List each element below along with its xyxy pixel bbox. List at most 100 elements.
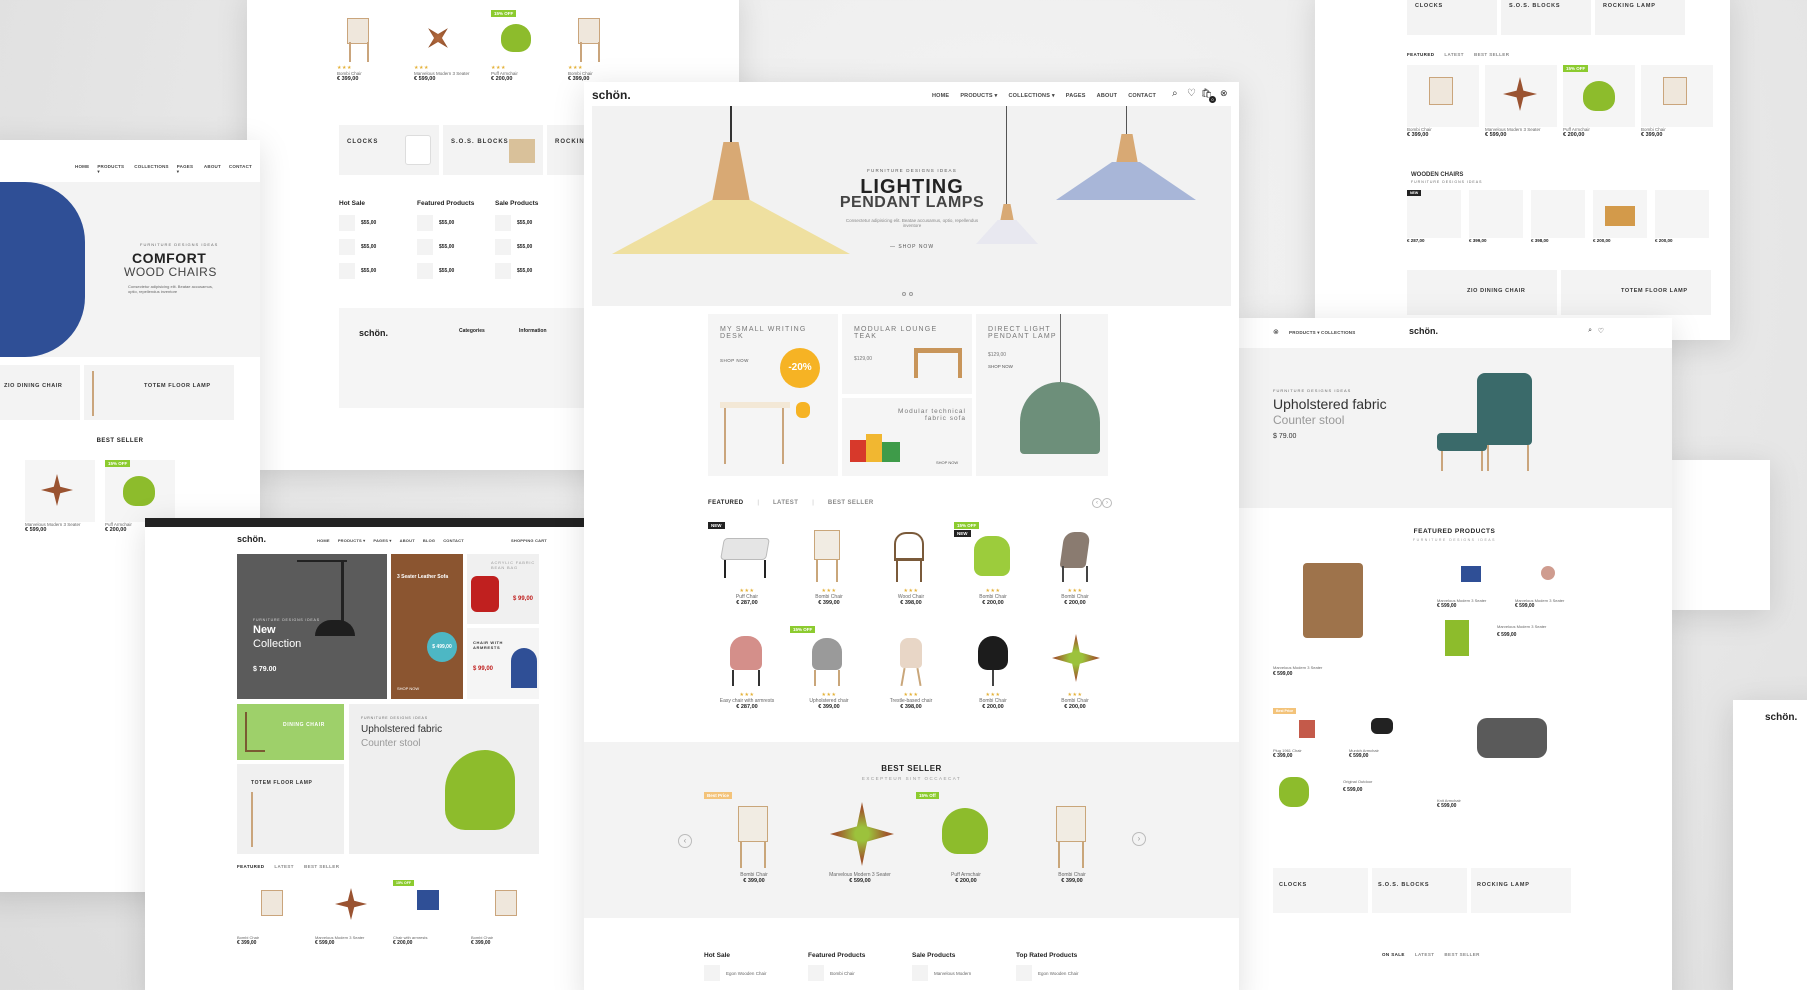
prev-arrow-icon[interactable]: ‹ [1092,498,1102,508]
tab-bestseller[interactable]: BEST SELLER [1474,52,1509,57]
product-card[interactable]: NEW ★★★ Puff Chair € 287,00 [708,522,786,606]
blocks-tile[interactable]: S.O.S. BLOCKS [1501,0,1591,35]
rocking-tile[interactable]: ROCKING LAMP [1595,0,1685,35]
product-card[interactable]: Bombi Chair € 399,00 [1407,65,1479,138]
list-item[interactable]: $55,00 [495,263,538,279]
tile-cta[interactable]: SHOP NOW [988,364,1013,369]
list-item[interactable]: $55,00 [339,263,376,279]
product-card[interactable]: Marvelous Modern 3 Seater € 599,00 [1485,65,1557,138]
product-card[interactable]: Marvelous Modern 3 Seater € 599,00 [1437,558,1507,609]
search-icon[interactable]: ⌕ [1172,88,1178,99]
blocks-tile[interactable]: S.O.S. BLOCKS [443,125,543,175]
tab-latest[interactable]: LATEST [274,864,294,869]
nav-link[interactable]: HOME [317,538,330,543]
nav-link[interactable]: PRODUCTS ▾ [97,164,126,175]
promo-armchair[interactable]: CHAIR WITH ARMRESTS $ 99,00 [467,628,539,699]
tab-featured[interactable]: FEATURED [237,864,264,869]
next-arrow-icon[interactable]: › [1132,832,1146,846]
nav-link[interactable]: COLLECTIONS [1321,330,1355,335]
logo[interactable]: schön. [237,534,266,544]
product-card[interactable]: Bombi Chair € 399,00 [237,880,312,946]
hero-cta[interactable]: — SHOP NOW [864,244,960,250]
tab-onsale[interactable]: ON SALE [1382,952,1405,957]
promo-totem[interactable]: TOTEM FLOOR LAMP [237,764,344,854]
nav-link[interactable]: ABOUT [204,164,221,175]
product-card[interactable]: Bombi Chair € 399,00 [1641,65,1713,138]
tab-latest[interactable]: LATEST [1415,952,1435,957]
product-card[interactable]: € 398,00 [1531,190,1585,243]
product-card[interactable]: Original Outdoor € 599,00 [1273,773,1423,813]
nav-link[interactable]: CONTACT [443,538,464,543]
nav-home[interactable]: HOME [932,93,949,99]
list-item[interactable]: $55,00 [495,215,538,231]
product-card[interactable]: ★★★ Bombi Chair € 200,00 [1036,522,1114,606]
list-item[interactable]: $55,00 [417,263,474,279]
promo-sofa[interactable]: 3 Seater Leather Sofa $ 499,00 SHOP NOW [391,554,463,699]
promo-beanbag[interactable]: ACRYLIC FABRIC BEAN BAG $ 99,00 [467,554,539,624]
slider-dot[interactable] [909,292,913,296]
list-item[interactable]: Marvelous Modern [912,965,971,981]
promo-dining[interactable]: DINING CHAIR [237,704,344,760]
product-card[interactable]: € 399,00 [1469,190,1523,243]
clocks-tile[interactable]: CLOCKS [1273,868,1368,913]
nav-pages[interactable]: PAGES [1066,93,1086,99]
product-card[interactable]: € 200,00 [1593,190,1647,243]
tab-best-seller[interactable]: BEST SELLER [828,500,874,506]
writing-desk-tile[interactable]: MY SMALL WRITING DESK SHOP NOW -20% [708,314,838,476]
tile-cta[interactable]: SHOP NOW [720,358,749,363]
nav-link[interactable]: PRODUCTS ▾ [1289,330,1320,336]
cart-link[interactable]: SHOPPING CART [511,538,547,543]
nav-link[interactable]: BLOG [423,538,435,543]
product-card[interactable]: 15% OFF Chair with armrests € 200,00 [393,880,468,946]
list-item[interactable]: $55,00 [339,239,376,255]
product-card[interactable]: Bombi Chair € 399,00 [1022,792,1122,884]
list-item[interactable]: Bombi Chair [808,965,865,981]
featured-big-card[interactable]: Marvelous Modern 3 Seater € 599,00 [1273,553,1403,688]
logo[interactable]: schön. [592,88,631,102]
product-card[interactable]: Marvelous Modern 3 Seater € 599,00 [810,792,910,884]
product-card[interactable]: Bombi Chair € 399,00 [471,880,546,946]
tile-cta[interactable]: SHOP NOW [936,460,958,465]
tab-featured[interactable]: FEATURED [1407,52,1434,57]
slider-dot[interactable] [902,292,906,296]
promo-upholstered[interactable]: FURNITURE DESIGNS IDEAS Upholstered fabr… [349,704,539,854]
list-item[interactable]: $55,00 [417,239,474,255]
nav-link[interactable]: PAGES ▾ [373,538,391,543]
clocks-tile[interactable]: CLOCKS [339,125,439,175]
totem-tile[interactable]: TOTEM FLOOR LAMP [84,365,234,420]
product-card[interactable]: ★★★ Bombi Chair € 399,00 [790,522,868,606]
product-card[interactable]: ★★★ Bombi Chair € 399,00 [568,10,648,82]
product-card[interactable]: 15% Off Puff Armchair € 200,00 [916,792,1016,884]
heart-icon[interactable]: ♡ [1598,327,1604,335]
nav-link[interactable]: PAGES ▾ [177,164,196,175]
totem-tile[interactable]: TOTEM FLOOR LAMP [1561,270,1711,315]
nav-collections[interactable]: COLLECTIONS ▾ [1008,93,1054,99]
product-card[interactable]: Marvelous Modern 3 Seater € 599,00 [315,880,390,946]
promo-new-collection[interactable]: FURNITURE DESIGNS IDEAS New Collection $… [237,554,387,699]
tab-latest[interactable]: LATEST [773,500,798,506]
tile-cta[interactable]: SHOP NOW [397,686,419,691]
nav-link[interactable]: ABOUT [400,538,415,543]
fabric-sofa-tile[interactable]: Modular technical fabric sofa SHOP NOW [842,398,972,476]
product-card[interactable]: ★★★ Marvelous Modern 3 Seater € 599,00 [414,10,494,82]
heart-icon[interactable]: ♡ [1187,88,1196,99]
nav-link[interactable]: CONTACT [229,164,252,175]
product-card[interactable]: ★★★ Bombi Chair € 200,00 [954,626,1032,710]
tab-latest[interactable]: LATEST [1444,52,1464,57]
pendant-lamp-tile[interactable]: DIRECT LIGHT PENDANT LAMP $129,00 SHOP N… [976,314,1108,476]
modular-lounge-tile[interactable]: MODULAR LOUNGE TEAK $129,00 [842,314,972,394]
zio-tile[interactable]: ZIO DINING CHAIR [0,365,80,420]
nav-about[interactable]: ABOUT [1097,93,1118,99]
list-item[interactable]: $55,00 [339,215,376,231]
tab-bestseller[interactable]: BEST SELLER [304,864,339,869]
product-card[interactable]: ★★★ Wood Chair € 398,00 [872,522,950,606]
close-icon[interactable]: ⊗ [1273,328,1279,336]
tab-bestseller[interactable]: BEST SELLER [1444,952,1479,957]
nav-link[interactable]: COLLECTIONS [134,164,168,175]
nav-products[interactable]: PRODUCTS ▾ [960,93,997,99]
clocks-tile[interactable]: CLOCKS [1407,0,1497,35]
product-card[interactable]: Marvelous Modern 3 Seater € 599,00 [25,460,95,533]
nav-link[interactable]: PRODUCTS ▾ [338,538,366,543]
nav-link[interactable]: HOME [75,164,89,175]
product-card[interactable]: 15% OFF ★★★ Upholstered chair € 399,00 [790,626,868,710]
